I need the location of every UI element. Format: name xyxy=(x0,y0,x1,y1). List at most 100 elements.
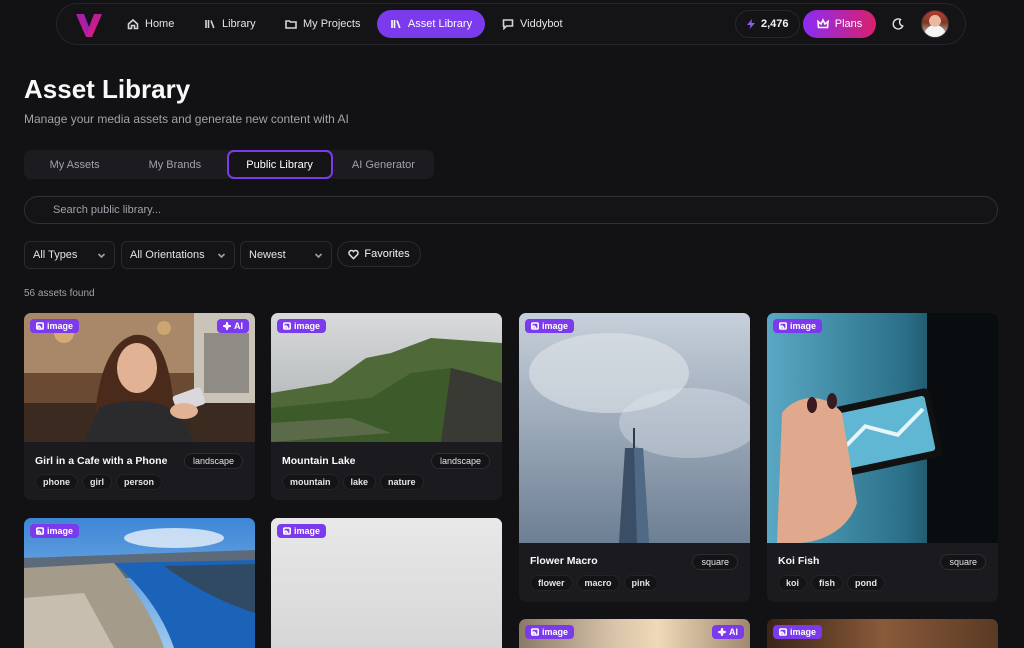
type-badge: image xyxy=(773,319,823,333)
moon-icon[interactable] xyxy=(891,17,905,31)
tag-chip[interactable]: pond xyxy=(847,575,886,591)
tag-chip[interactable]: girl xyxy=(82,474,113,490)
library-tabs: My Assets My Brands Public Library AI Ge… xyxy=(24,150,434,179)
heart-icon xyxy=(348,249,360,260)
type-badge-label: image xyxy=(790,627,817,637)
nav-library-label: Library xyxy=(222,18,256,30)
crown-icon xyxy=(816,18,829,29)
search-input[interactable] xyxy=(24,196,998,224)
app-logo-icon[interactable] xyxy=(74,11,104,39)
library-icon xyxy=(391,20,401,29)
asset-thumbnail[interactable] xyxy=(519,313,750,543)
orientation-badge: square xyxy=(940,554,986,570)
sparkle-icon xyxy=(223,322,231,330)
sparkle-icon xyxy=(718,628,726,636)
chevron-down-icon xyxy=(217,252,226,258)
ai-badge-label: AI xyxy=(729,627,738,637)
favorites-label: Favorites xyxy=(364,248,410,260)
sort-value: Newest xyxy=(249,249,286,261)
orientation-filter-select[interactable]: All Orientations xyxy=(121,241,235,269)
asset-title: Girl in a Cafe with a Phone xyxy=(35,455,168,467)
image-icon xyxy=(779,322,787,330)
asset-card[interactable]: image Koi Fish square koi fish pond xyxy=(767,313,998,602)
tag-chip[interactable]: mountain xyxy=(282,474,339,490)
plans-label: Plans xyxy=(834,18,863,30)
tab-my-brands[interactable]: My Brands xyxy=(124,150,225,179)
orientation-filter-value: All Orientations xyxy=(130,249,205,261)
tag-chip[interactable]: macro xyxy=(576,575,620,591)
favorites-button[interactable]: Favorites xyxy=(337,241,421,267)
type-badge-label: image xyxy=(47,321,74,331)
type-badge: image xyxy=(525,319,575,333)
asset-card[interactable]: image xyxy=(767,619,998,648)
image-icon xyxy=(283,527,291,535)
chevron-down-icon xyxy=(314,252,323,258)
tag-chip[interactable]: phone xyxy=(35,474,78,490)
tag-list: phone girl person xyxy=(35,474,163,490)
chevron-down-icon xyxy=(97,252,106,258)
nav-my-projects-label: My Projects xyxy=(303,18,361,30)
nav-library[interactable]: Library xyxy=(194,10,266,38)
ai-badge-label: AI xyxy=(234,321,243,331)
page-subtitle: Manage your media assets and generate ne… xyxy=(24,112,349,126)
type-badge-label: image xyxy=(542,627,569,637)
sort-select[interactable]: Newest xyxy=(240,241,332,269)
nav-home[interactable]: Home xyxy=(117,10,184,38)
asset-title: Flower Macro xyxy=(530,555,598,567)
orientation-badge: landscape xyxy=(430,453,490,469)
tag-list: koi fish pond xyxy=(778,575,886,591)
asset-card[interactable]: image Mountain Lake landscape mountain l… xyxy=(271,313,502,500)
tag-list: mountain lake nature xyxy=(282,474,424,490)
image-icon xyxy=(283,322,291,330)
type-badge-label: image xyxy=(294,526,321,536)
results-count: 56 assets found xyxy=(24,288,95,299)
asset-title: Koi Fish xyxy=(778,555,820,567)
asset-thumbnail[interactable] xyxy=(767,313,998,543)
asset-card[interactable]: image xyxy=(24,518,255,648)
orientation-badge: square xyxy=(692,554,738,570)
chat-icon xyxy=(502,19,514,30)
image-icon xyxy=(36,527,44,535)
nav-viddybot[interactable]: Viddybot xyxy=(492,10,573,38)
tab-my-assets[interactable]: My Assets xyxy=(24,150,125,179)
tab-ai-generator[interactable]: AI Generator xyxy=(333,150,434,179)
nav-asset-library[interactable]: Asset Library xyxy=(377,10,485,38)
folder-icon xyxy=(285,20,297,29)
type-badge: image xyxy=(277,524,327,538)
image-icon xyxy=(779,628,787,636)
plans-button[interactable]: Plans xyxy=(803,10,876,38)
type-badge-label: image xyxy=(294,321,321,331)
user-avatar[interactable] xyxy=(921,10,949,38)
tag-chip[interactable]: nature xyxy=(380,474,424,490)
type-filter-select[interactable]: All Types xyxy=(24,241,115,269)
tab-public-library[interactable]: Public Library xyxy=(226,150,333,179)
asset-card[interactable]: image Flower Macro square flower macro p… xyxy=(519,313,750,602)
image-icon xyxy=(531,628,539,636)
tag-chip[interactable]: lake xyxy=(342,474,377,490)
nav-home-label: Home xyxy=(145,18,175,30)
nav-asset-library-label: Asset Library xyxy=(407,18,473,30)
phone-photo xyxy=(767,313,998,543)
tag-chip[interactable]: person xyxy=(116,474,163,490)
type-badge-label: image xyxy=(47,526,74,536)
asset-card[interactable]: image AI Girl in a Cafe with a Phone lan… xyxy=(24,313,255,500)
page-title: Asset Library xyxy=(24,74,191,104)
tag-chip[interactable]: flower xyxy=(530,575,573,591)
tag-chip[interactable]: pink xyxy=(623,575,659,591)
ai-badge: AI xyxy=(217,319,249,333)
image-icon xyxy=(531,322,539,330)
nav-viddybot-label: Viddybot xyxy=(520,18,563,30)
asset-card[interactable]: image AI xyxy=(519,619,750,648)
tower-photo xyxy=(519,313,750,543)
credits-badge[interactable]: 2,476 xyxy=(735,10,800,38)
tag-list: flower macro pink xyxy=(530,575,659,591)
ai-badge: AI xyxy=(712,625,744,639)
asset-card[interactable]: image xyxy=(271,518,502,648)
type-badge: image xyxy=(773,625,823,639)
tag-chip[interactable]: koi xyxy=(778,575,808,591)
home-icon xyxy=(127,18,139,30)
tag-chip[interactable]: fish xyxy=(811,575,844,591)
nav-my-projects[interactable]: My Projects xyxy=(275,10,370,38)
type-badge-label: image xyxy=(790,321,817,331)
type-badge-label: image xyxy=(542,321,569,331)
